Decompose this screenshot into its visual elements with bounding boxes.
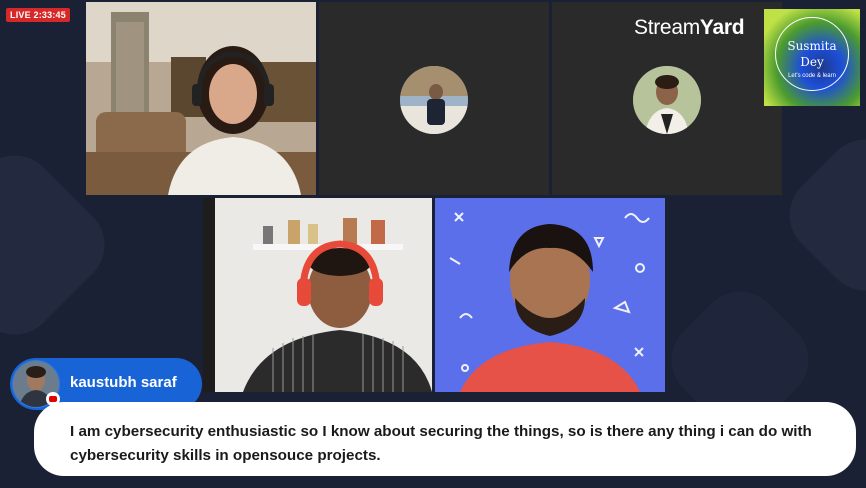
commenter-name: kaustubh saraf — [70, 374, 177, 391]
participant-avatar — [633, 66, 701, 134]
participant-avatar-tile — [319, 2, 549, 195]
host-badge: Susmita Dey Let's code & learn — [764, 9, 860, 106]
background-shape — [773, 123, 866, 307]
participant-video-tile — [86, 2, 316, 195]
participant-video — [435, 198, 665, 392]
badge-tagline: Let's code & learn — [788, 73, 836, 79]
badge-name-line2: Dey — [800, 55, 824, 69]
live-timer-badge: LIVE 2:33:45 — [6, 8, 70, 22]
participant-video-tile — [203, 198, 432, 392]
participant-avatar — [400, 66, 468, 134]
comment-banner: I am cybersecurity enthusiastic so I kno… — [34, 402, 856, 476]
participant-video — [203, 198, 432, 392]
comment-text: I am cybersecurity enthusiastic so I kno… — [70, 423, 812, 464]
badge-ring — [775, 17, 849, 91]
participant-video-tile — [435, 198, 665, 392]
participant-video — [86, 2, 316, 195]
badge-name-line1: Susmita — [787, 39, 837, 53]
streamyard-logo: StreamYard — [634, 16, 745, 39]
